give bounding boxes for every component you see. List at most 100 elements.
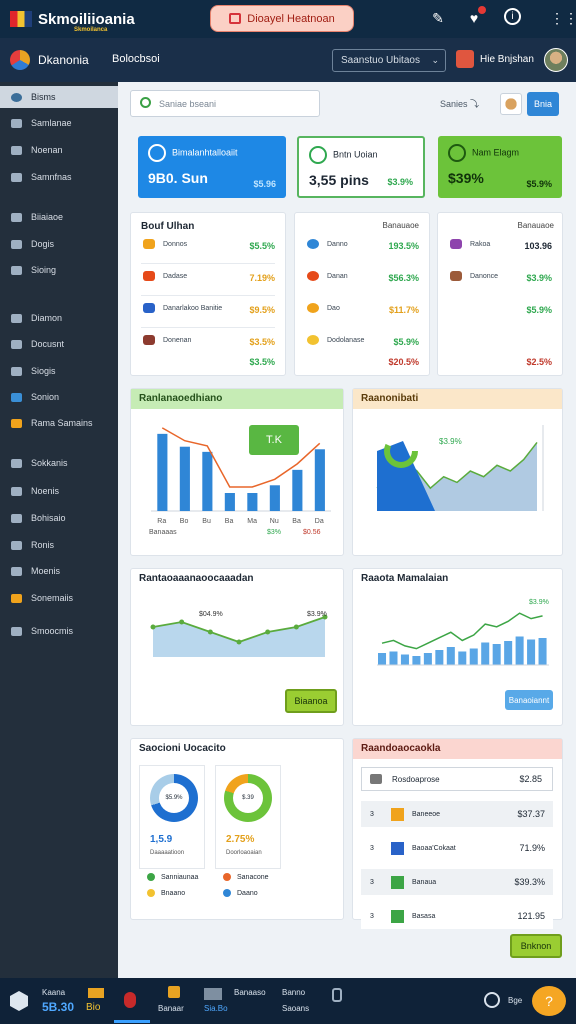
monitor-icon[interactable] <box>204 988 222 1000</box>
user-badge-icon[interactable] <box>456 50 474 68</box>
table-row[interactable]: 3 Banaua $39.3% <box>361 869 553 895</box>
bar[interactable] <box>538 638 547 665</box>
bar[interactable] <box>423 653 432 665</box>
bar[interactable] <box>314 449 325 511</box>
notification-bell-icon[interactable]: ♥ <box>464 6 486 28</box>
list-item[interactable]: Danan <box>307 271 348 281</box>
list-item[interactable]: Donenan <box>143 335 191 345</box>
data-point[interactable] <box>236 639 242 645</box>
data-point[interactable] <box>293 624 299 630</box>
data-point[interactable] <box>150 624 156 630</box>
sidebar-item[interactable]: Biiaiaoe <box>0 206 118 228</box>
sidebar-item[interactable]: Sioing <box>0 259 118 281</box>
bar[interactable] <box>400 654 409 666</box>
bar[interactable] <box>481 642 490 666</box>
bar[interactable] <box>435 650 444 665</box>
data-point[interactable] <box>265 629 271 635</box>
sidebar-item[interactable]: Dogis <box>0 233 118 255</box>
section-link[interactable]: Bolocbsoi <box>112 53 160 65</box>
bar[interactable] <box>515 636 524 666</box>
primary-action-button[interactable]: Bnia <box>527 92 559 116</box>
donut-card-b[interactable]: $.39 2.75% Doorloaoaian <box>215 765 281 869</box>
taskbar-label[interactable]: Kaana <box>42 988 65 997</box>
sidebar-item[interactable]: Smoocmis <box>0 620 118 642</box>
folder-icon[interactable] <box>88 988 104 998</box>
bar[interactable] <box>157 433 168 511</box>
apps-grid-icon[interactable]: ⋮⋮ <box>550 8 576 28</box>
sidebar-item[interactable]: Diamon <box>0 307 118 329</box>
taskbar-label[interactable]: Banaaso <box>234 988 266 997</box>
record-icon[interactable] <box>124 992 136 1008</box>
bar[interactable] <box>224 493 235 511</box>
app-brand[interactable]: Skmoiliioania Skmoilanca <box>10 8 135 33</box>
list-item[interactable]: Dadase <box>143 271 187 281</box>
sidebar-item[interactable]: Moenis <box>0 560 118 582</box>
bar[interactable] <box>469 648 478 666</box>
sidebar-item[interactable]: Rama Samains <box>0 412 118 434</box>
workspace-logo-icon[interactable] <box>10 50 30 70</box>
user-name[interactable]: Hie Bnjshan <box>480 54 534 65</box>
table-row[interactable]: 3 Basasa 121.95 <box>361 903 553 929</box>
donut-card-a[interactable]: $5.9% 1,5.9 Daaaaatioon <box>139 765 205 869</box>
list-item[interactable]: Dodolanase <box>307 335 364 345</box>
sidebar-item[interactable]: Bisms <box>0 86 118 108</box>
bar[interactable] <box>527 639 536 666</box>
sidebar-item[interactable]: Samlanae <box>0 112 118 134</box>
sidebar-item[interactable]: Noenis <box>0 480 118 502</box>
sidebar-item[interactable]: Bohisaio <box>0 507 118 529</box>
info-icon[interactable]: i <box>504 8 521 25</box>
taskbar-label[interactable]: Banno <box>282 988 305 997</box>
bar[interactable] <box>378 653 387 665</box>
data-point[interactable] <box>207 629 213 635</box>
kpi-card-1[interactable]: Bimalanhtalloaiit 9B0. Sun $5.96 <box>138 136 286 198</box>
bar[interactable] <box>458 651 467 666</box>
bar[interactable] <box>504 641 513 665</box>
clock-icon[interactable] <box>484 992 500 1008</box>
kpi-card-2[interactable]: Bntn Uoian 3,55 pins $3.9% <box>297 136 425 198</box>
workspace-select[interactable]: Saanstuo Ubitaos ⌄ <box>332 49 446 72</box>
bar[interactable] <box>179 446 190 511</box>
list-icon <box>11 566 22 576</box>
table-row[interactable]: 3 Baneeoe $37.37 <box>361 801 553 827</box>
bar[interactable] <box>492 644 501 665</box>
chart-action-button[interactable]: Biaanoa <box>285 689 337 713</box>
list-item[interactable]: Danonce <box>450 271 498 281</box>
list-item[interactable]: Donnos <box>143 239 187 249</box>
phone-icon[interactable] <box>332 988 342 1002</box>
bar[interactable] <box>389 651 398 666</box>
bar[interactable] <box>446 647 455 665</box>
sidebar-item[interactable]: Sonemaiis <box>0 587 118 609</box>
list-item[interactable]: Rakoa <box>450 239 490 249</box>
edit-icon[interactable]: ✎ <box>428 8 448 28</box>
table-header-row[interactable]: Rosdoaprose $2.85 <box>361 767 553 791</box>
sort-control[interactable]: Sanies ⤵ <box>440 97 479 110</box>
bar[interactable] <box>202 451 213 511</box>
list-item[interactable]: Danarlakoo Banitie <box>143 303 222 313</box>
sidebar-item[interactable]: Ronis <box>0 534 118 556</box>
data-point[interactable] <box>179 619 185 625</box>
bar[interactable] <box>292 469 303 511</box>
bar[interactable] <box>269 485 280 511</box>
sidebar-item[interactable]: Docusnt <box>0 333 118 355</box>
alert-banner[interactable]: Dioayel Heatnoan <box>210 5 354 32</box>
sidebar-item[interactable]: Siogis <box>0 360 118 382</box>
kpi-card-3[interactable]: Nam Elagm $39% $5.9% <box>438 136 562 198</box>
help-button[interactable]: ? <box>532 986 566 1016</box>
sidebar-item[interactable]: Sokkanis <box>0 452 118 474</box>
table-row[interactable]: 3 Baoaa'Cokaat 71.9% <box>361 835 553 861</box>
table-action-button[interactable]: Bnknon <box>510 934 562 958</box>
sidebar-item[interactable]: Sonion <box>0 386 118 408</box>
bar[interactable] <box>412 656 421 665</box>
bar[interactable] <box>247 493 258 511</box>
list-item[interactable]: Danno <box>307 239 348 249</box>
avatar[interactable] <box>544 48 568 72</box>
shield-icon[interactable] <box>10 991 28 1011</box>
list-item[interactable]: Dao <box>307 303 340 313</box>
profile-thumb-icon[interactable] <box>500 93 522 115</box>
sidebar-item[interactable]: Samnfnas <box>0 166 118 188</box>
search-input[interactable]: Saniae bseani <box>130 90 320 117</box>
archive-icon[interactable] <box>168 986 180 998</box>
sidebar-item-label: Bisms <box>31 92 56 102</box>
sidebar-item[interactable]: Noenan <box>0 139 118 161</box>
chart-action-button[interactable]: Banaoiannt <box>505 690 553 710</box>
